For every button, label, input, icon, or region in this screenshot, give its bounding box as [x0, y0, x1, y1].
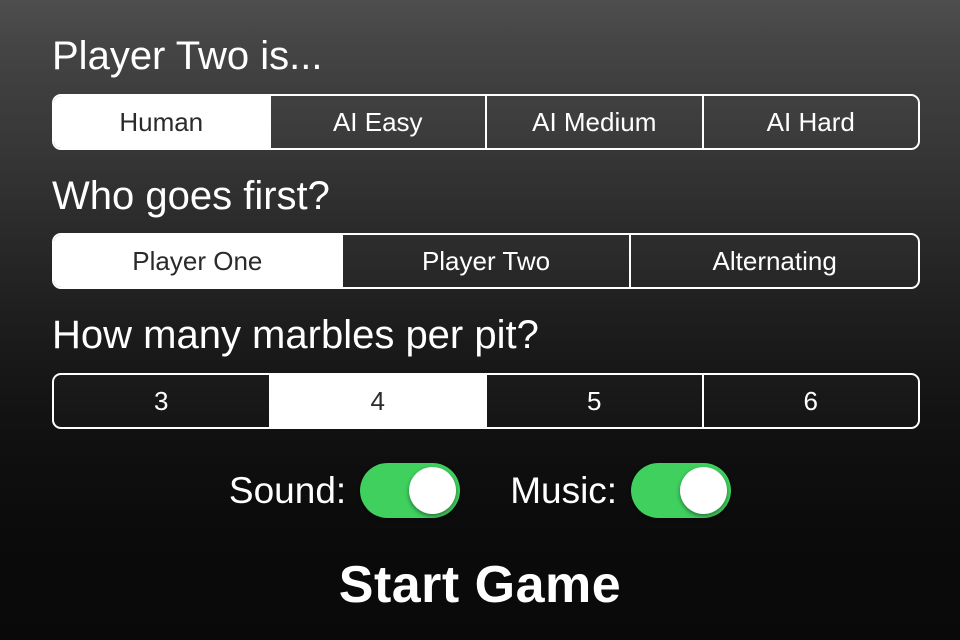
segment-marbles-6[interactable]: 6	[704, 375, 919, 427]
segment-ai-medium[interactable]: AI Medium	[487, 96, 704, 148]
segment-ai-hard[interactable]: AI Hard	[704, 96, 919, 148]
player-two-heading: Player Two is...	[52, 34, 323, 78]
toggles-row: Sound: Music:	[0, 455, 960, 525]
segment-marbles-3[interactable]: 3	[54, 375, 271, 427]
sound-label: Sound:	[228, 469, 347, 511]
player-two-segmented-control[interactable]: Human AI Easy AI Medium AI Hard	[52, 94, 920, 150]
segment-ai-easy[interactable]: AI Easy	[271, 96, 487, 148]
segment-human[interactable]: Human	[54, 96, 271, 148]
segment-player-two[interactable]: Player Two	[343, 235, 632, 287]
marbles-per-pit-segmented-control[interactable]: 3 4 5 6	[52, 373, 920, 429]
segment-alternating[interactable]: Alternating	[631, 235, 918, 287]
segment-marbles-4[interactable]: 4	[270, 375, 487, 427]
marbles-per-pit-heading: How many marbles per pit?	[52, 313, 539, 357]
sound-toggle-switch[interactable]	[360, 462, 461, 518]
who-goes-first-segmented-control[interactable]: Player One Player Two Alternating	[52, 233, 920, 289]
segment-player-one[interactable]: Player One	[54, 235, 343, 287]
music-toggle-knob	[680, 466, 728, 514]
settings-screen: Player Two is... Human AI Easy AI Medium…	[0, 0, 960, 640]
music-toggle-switch[interactable]	[631, 462, 732, 518]
music-toggle-group: Music:	[510, 462, 732, 518]
sound-toggle-knob	[409, 466, 457, 514]
segment-marbles-5[interactable]: 5	[487, 375, 704, 427]
start-game-button[interactable]: Start Game	[0, 540, 960, 630]
music-label: Music:	[510, 469, 618, 511]
who-goes-first-heading: Who goes first?	[52, 174, 330, 218]
sound-toggle-group: Sound:	[228, 462, 461, 518]
